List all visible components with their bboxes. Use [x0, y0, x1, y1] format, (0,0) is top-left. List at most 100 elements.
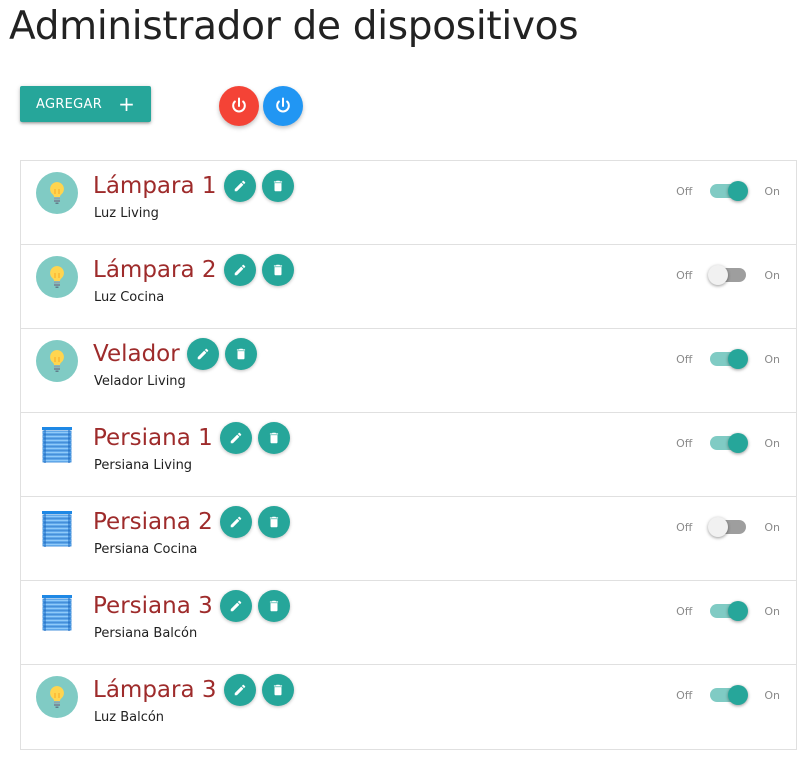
- lightbulb-icon: [50, 686, 64, 708]
- device-switch: Off On: [676, 516, 780, 538]
- switch-on-label: On: [764, 604, 780, 618]
- delete-button[interactable]: [257, 422, 290, 454]
- edit-button[interactable]: [223, 170, 256, 202]
- device-description: Persiana Living: [94, 458, 193, 473]
- toggle-switch[interactable]: [710, 433, 749, 453]
- device-switch: Off On: [676, 180, 780, 202]
- device-list: Lámpara 1 Luz Living Off On Lámpara 2 Lu…: [20, 160, 797, 750]
- device-name: Persiana 1: [93, 425, 213, 451]
- device-switch: Off On: [676, 264, 780, 286]
- switch-off-label: Off: [676, 688, 693, 702]
- switch-off-label: Off: [676, 268, 693, 282]
- pencil-icon: [197, 348, 208, 360]
- all-on-button[interactable]: [263, 86, 303, 126]
- switch-off-label: Off: [676, 352, 693, 366]
- device-switch: Off On: [676, 600, 780, 622]
- lightbulb-icon: [50, 266, 64, 288]
- device-row-5: Persiana 2 Persiana Cocina Off On: [21, 497, 796, 581]
- delete-button[interactable]: [261, 170, 294, 202]
- device-switch: Off On: [676, 348, 780, 370]
- device-description: Luz Cocina: [94, 290, 165, 305]
- add-button-label: AGREGAR: [36, 96, 103, 112]
- switch-off-label: Off: [676, 604, 693, 618]
- trash-icon: [269, 600, 278, 612]
- trash-icon: [273, 684, 282, 696]
- device-description: Persiana Balcón: [94, 626, 198, 641]
- device-avatar: [36, 508, 78, 550]
- pencil-icon: [230, 516, 242, 528]
- delete-button[interactable]: [224, 338, 257, 370]
- pencil-icon: [234, 684, 245, 696]
- device-name: Velador: [93, 341, 180, 367]
- trash-icon: [273, 180, 282, 192]
- trash-icon: [236, 348, 245, 360]
- plus-icon: +: [118, 92, 136, 116]
- device-description: Luz Balcón: [94, 710, 165, 725]
- switch-on-label: On: [764, 520, 780, 534]
- blind-icon: [42, 595, 72, 631]
- switch-on-label: On: [764, 184, 780, 198]
- edit-button[interactable]: [219, 506, 252, 538]
- switch-on-label: On: [764, 436, 780, 450]
- device-switch: Off On: [676, 432, 780, 454]
- toggle-switch[interactable]: [708, 265, 747, 285]
- blind-icon: [42, 427, 72, 463]
- toggle-knob: [708, 265, 729, 285]
- toggle-switch[interactable]: [710, 349, 749, 369]
- device-avatar: [36, 256, 78, 298]
- delete-button[interactable]: [261, 674, 294, 706]
- toggle-switch[interactable]: [708, 517, 747, 537]
- lightbulb-icon: [50, 182, 64, 204]
- device-row-4: Persiana 1 Persiana Living Off On: [21, 413, 796, 497]
- device-avatar: [36, 340, 78, 382]
- all-off-button[interactable]: [219, 86, 259, 126]
- device-avatar: [36, 424, 78, 466]
- toggle-knob: [728, 349, 749, 369]
- device-avatar: [36, 172, 78, 214]
- device-name: Persiana 3: [93, 593, 213, 619]
- device-name: Lámpara 2: [93, 257, 217, 283]
- delete-button[interactable]: [261, 254, 294, 286]
- switch-off-label: Off: [676, 184, 693, 198]
- device-row-7: Lámpara 3 Luz Balcón Off On: [21, 665, 796, 749]
- device-description: Persiana Cocina: [94, 542, 198, 557]
- power-icon: [276, 97, 290, 113]
- edit-button[interactable]: [223, 254, 256, 286]
- toggle-knob: [728, 601, 749, 621]
- pencil-icon: [230, 432, 242, 444]
- device-name: Lámpara 1: [93, 173, 217, 199]
- pencil-icon: [234, 264, 245, 276]
- device-row-6: Persiana 3 Persiana Balcón Off On: [21, 581, 796, 665]
- edit-button[interactable]: [219, 590, 252, 622]
- switch-on-label: On: [764, 268, 780, 282]
- device-description: Luz Living: [94, 206, 159, 221]
- pencil-icon: [230, 600, 242, 612]
- toggle-switch[interactable]: [710, 181, 749, 201]
- device-switch: Off On: [676, 684, 780, 706]
- switch-on-label: On: [764, 352, 780, 366]
- pencil-icon: [234, 180, 245, 192]
- add-device-button[interactable]: AGREGAR +: [20, 86, 151, 122]
- edit-button[interactable]: [223, 674, 256, 706]
- page-title: Administrador de dispositivos: [9, 4, 579, 49]
- device-description: Velador Living: [94, 374, 186, 389]
- power-icon: [232, 97, 246, 113]
- toggle-switch[interactable]: [710, 685, 749, 705]
- delete-button[interactable]: [257, 506, 290, 538]
- blind-icon: [42, 511, 72, 547]
- device-avatar: [36, 676, 78, 718]
- edit-button[interactable]: [219, 422, 252, 454]
- lightbulb-icon: [50, 350, 64, 372]
- device-row-1: Lámpara 1 Luz Living Off On: [21, 161, 796, 245]
- delete-button[interactable]: [257, 590, 290, 622]
- trash-icon: [269, 516, 278, 528]
- device-row-2: Lámpara 2 Luz Cocina Off On: [21, 245, 796, 329]
- toggle-knob: [728, 433, 749, 453]
- device-name: Persiana 2: [93, 509, 213, 535]
- toggle-knob: [708, 517, 729, 537]
- trash-icon: [269, 432, 278, 444]
- toggle-switch[interactable]: [710, 601, 749, 621]
- device-name: Lámpara 3: [93, 677, 217, 703]
- edit-button[interactable]: [186, 338, 219, 370]
- toggle-knob: [728, 685, 749, 705]
